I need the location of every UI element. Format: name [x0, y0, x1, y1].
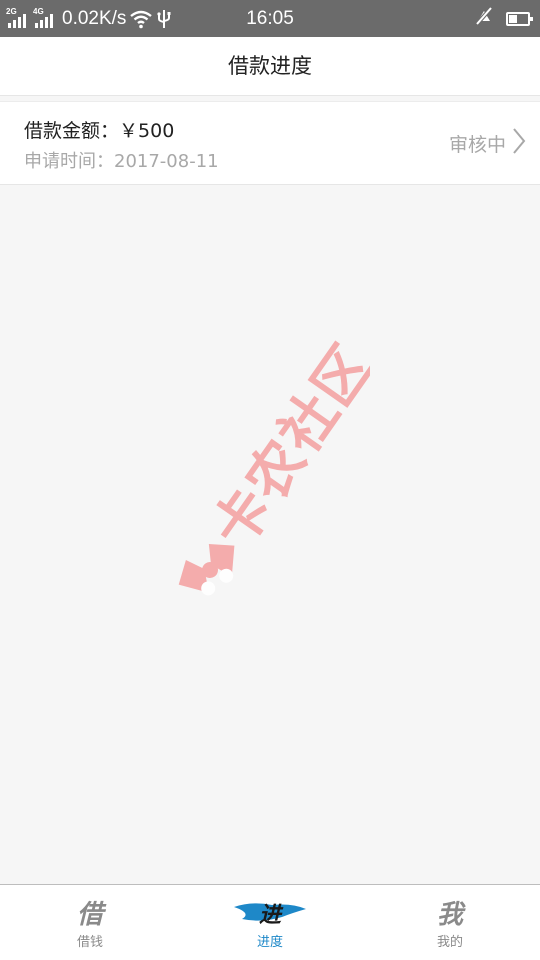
chevron-right-icon [512, 127, 526, 160]
net-speed: 0.02K/s [62, 7, 127, 29]
tab-progress-label: 进度 [256, 935, 283, 950]
battery-level [509, 14, 517, 23]
loan-date-row: 申请时间：2017-08-11 [24, 147, 219, 173]
tab-progress[interactable]: 进 进度 [180, 885, 360, 960]
status-bar: 2G 4G 0.02K/s 16:05 [0, 0, 540, 37]
borrow-tab-icon: 借 [77, 900, 107, 929]
svg-text:借: 借 [77, 900, 107, 929]
page-title: 借款进度 [228, 54, 312, 78]
mine-tab-icon: 我 [437, 900, 466, 929]
loan-date-value: 2017-08-11 [114, 151, 219, 172]
mute-icon [474, 6, 494, 32]
svg-text:我: 我 [437, 900, 466, 929]
loan-amount-label: 借款金额： [24, 120, 120, 142]
tab-mine-label: 我的 [436, 935, 463, 950]
tab-mine[interactable]: 我 我的 [360, 885, 540, 960]
signal-icon: 4G [33, 7, 57, 30]
loan-amount-row: 借款金额：￥500 [24, 116, 174, 143]
svg-text:卡农社区: 卡农社区 [200, 340, 370, 560]
tab-borrow-label: 借钱 [76, 935, 103, 950]
screen: 2G 4G 0.02K/s 16:05 借款进度 借款金额：￥500 申请时间：… [0, 0, 540, 960]
bottom-tab-bar: 借 借钱 进 进度 我 我的 [0, 884, 540, 960]
usb-icon [156, 9, 172, 29]
progress-tab-icon: 进 [234, 902, 306, 928]
loan-status-text: 审核中 [448, 133, 506, 156]
loan-status[interactable]: 审核中 [449, 102, 526, 184]
loan-amount-value: ￥500 [119, 120, 175, 142]
title-bar: 借款进度 [0, 37, 540, 96]
loan-record-card[interactable]: 借款金额：￥500 申请时间：2017-08-11 审核中 [0, 101, 540, 185]
watermark-logo: 卡农社区 [170, 333, 387, 610]
status-left: 2G 4G 0.02K/s [6, 0, 172, 37]
wifi-icon [129, 9, 153, 29]
loan-date-label: 申请时间： [24, 151, 114, 172]
status-right [474, 0, 533, 37]
battery-icon [506, 11, 533, 26]
svg-text:进: 进 [259, 902, 284, 928]
signal-icon: 2G [6, 7, 30, 30]
tab-borrow[interactable]: 借 借钱 [0, 885, 180, 960]
